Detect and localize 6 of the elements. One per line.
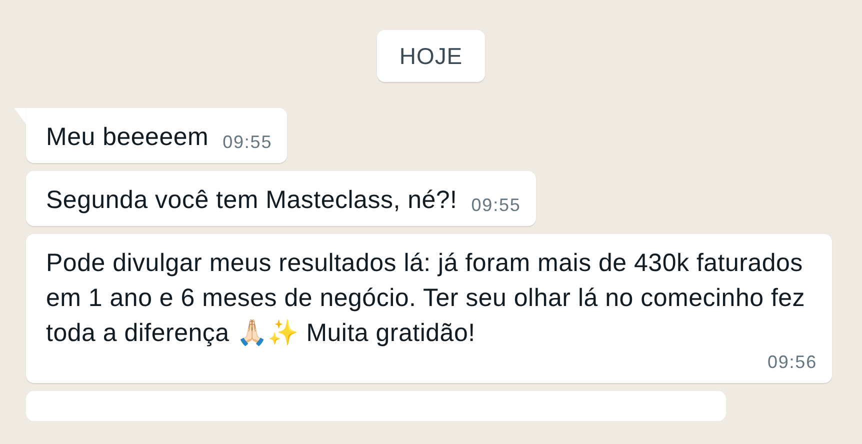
- message-text: Pode divulgar meus resultados lá: já foram mais de 430k faturados em 1 ano e 6 meses de negócio. Ter seu olhar lá no comecinho fez toda a diferença 🙏🏻✨ Muita gratidão!: [46, 248, 806, 349]
- message-text: Meu beeeeem: [46, 122, 209, 153]
- message-time: 09:56: [767, 351, 817, 374]
- message-text: Segunda você tem Masteclass, né?!: [46, 185, 458, 216]
- message-time: 09:55: [471, 194, 521, 217]
- message-time: 09:55: [222, 131, 272, 154]
